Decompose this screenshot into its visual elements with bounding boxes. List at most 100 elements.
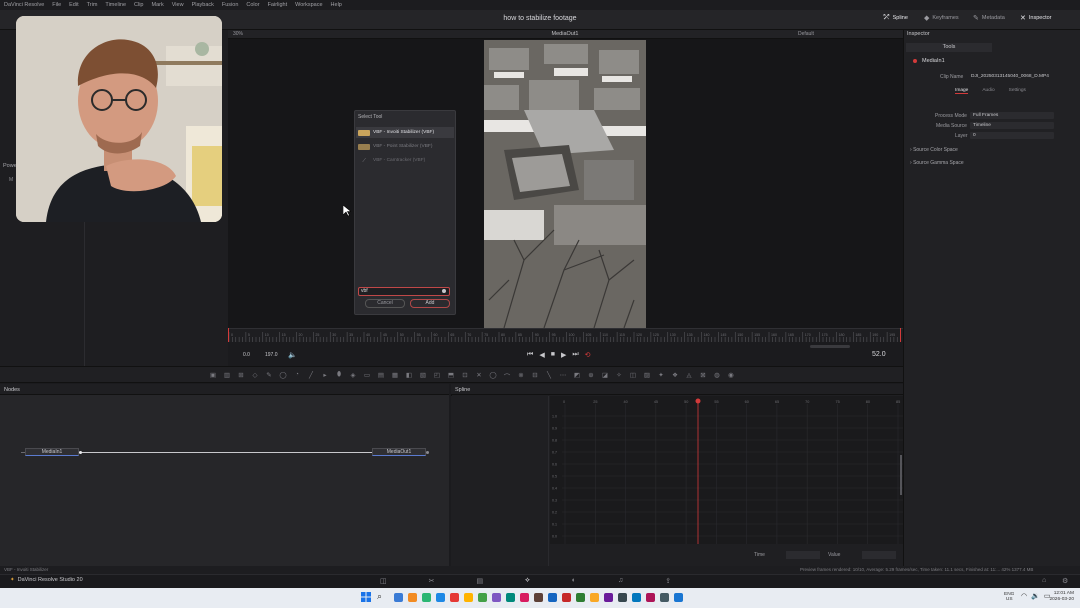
taskbar-app-icon[interactable] [548, 593, 557, 602]
taskbar-app-icon[interactable] [422, 593, 431, 602]
frame-ruler[interactable]: 0 5 10 15 20 25 30 35 40 45 50 55 60 65 70 75 80 85 90 95 10… [228, 328, 903, 343]
media-source-select[interactable]: Timeline [970, 122, 1054, 129]
menu-workspace[interactable]: Workspace [295, 2, 322, 8]
menu-help[interactable]: Help [331, 2, 342, 8]
fusion-tool-icon[interactable]: ❖ [670, 371, 680, 381]
effects-category-label[interactable]: Powe [3, 163, 17, 169]
fusion-tool-icon[interactable]: ▦ [390, 371, 400, 381]
fusion-tool-icon[interactable]: ◇ [250, 371, 260, 381]
spline-time-input[interactable] [786, 551, 820, 559]
fusion-tool-icon[interactable]: ⊕ [586, 371, 596, 381]
taskbar-app-icon[interactable] [394, 593, 403, 602]
timeline-scrollbar[interactable] [810, 345, 850, 348]
node-editor[interactable] [0, 384, 449, 566]
fusion-tool-icon[interactable]: ⌒ [502, 371, 512, 381]
spline-playhead-handle[interactable] [695, 398, 701, 404]
node-output-port[interactable] [426, 451, 429, 454]
spline-scrollbar[interactable] [900, 455, 902, 495]
menu-fairlight[interactable]: Fairlight [268, 2, 288, 8]
process-mode-select[interactable]: Full Frames [970, 112, 1054, 119]
fusion-tool-icon[interactable]: ◯ [488, 371, 498, 381]
stop-icon[interactable]: ■ [551, 351, 555, 359]
metadata-toggle-button[interactable]: ✎ Metadata [973, 14, 1005, 22]
taskbar-app-icon[interactable] [604, 593, 613, 602]
fusion-tool-icon[interactable]: ▸ [320, 371, 330, 381]
taskbar-app-icon[interactable] [646, 593, 655, 602]
taskbar-app-icon[interactable] [590, 593, 599, 602]
step-back-icon[interactable]: ◀ [539, 351, 544, 359]
language-indicator[interactable]: ENG US [1004, 592, 1014, 602]
fusion-tool-icon[interactable]: ◔ [292, 371, 302, 381]
menu-fusion[interactable]: Fusion [222, 2, 239, 8]
fusion-tool-icon[interactable]: ⊞ [236, 371, 246, 381]
tab-image[interactable]: Image [955, 88, 969, 94]
taskbar-app-icon[interactable] [562, 593, 571, 602]
fusion-tool-icon[interactable]: ✎ [264, 371, 274, 381]
clear-search-icon[interactable] [442, 289, 446, 293]
fusion-tool-icon[interactable]: ◍ [712, 371, 722, 381]
fusion-tool-icon[interactable]: ▨ [642, 371, 652, 381]
app-name[interactable]: DaVinci Resolve [4, 2, 44, 8]
taskbar-app-icon[interactable] [520, 593, 529, 602]
zoom-select[interactable]: 30% [233, 31, 243, 37]
node-mediain1[interactable]: MediaIn1 [25, 448, 79, 456]
fusion-tool-icon[interactable]: ⊟ [530, 371, 540, 381]
tool-item-camtracker[interactable]: ⟋ VBF - Camtracker (VBF) [356, 155, 454, 166]
fusion-tool-icon[interactable]: ▧ [418, 371, 428, 381]
fairlight-page-icon[interactable]: ♫ [618, 577, 623, 585]
spline-parameter-list[interactable] [451, 396, 549, 566]
tool-item-point-stabilizer[interactable]: VBF - Point Stabilizer (VBF) [356, 141, 454, 152]
fusion-tool-icon[interactable]: ◧ [404, 371, 414, 381]
fusion-tool-icon[interactable]: ◪ [600, 371, 610, 381]
menu-trim[interactable]: Trim [87, 2, 98, 8]
layer-select[interactable]: 0 [970, 132, 1054, 139]
timecode-end[interactable]: 197.0 [265, 352, 278, 358]
fusion-tool-icon[interactable]: ◰ [432, 371, 442, 381]
tool-search-input[interactable]: vbf [358, 287, 450, 296]
taskbar-app-icon[interactable] [674, 593, 683, 602]
fusion-tool-icon[interactable]: ▥ [222, 371, 232, 381]
volume-icon[interactable]: 🔈 [288, 351, 297, 359]
settings-icon[interactable]: ⚙ [1062, 577, 1068, 585]
taskbar-search-icon[interactable]: ⌕ [377, 591, 382, 602]
fusion-tool-icon[interactable]: ╲ [544, 371, 554, 381]
taskbar-app-icon[interactable] [478, 593, 487, 602]
fusion-tool-icon[interactable]: ⬒ [446, 371, 456, 381]
playhead-end-marker[interactable] [900, 328, 901, 342]
taskbar-app-icon[interactable] [492, 593, 501, 602]
taskbar-app-icon[interactable] [618, 593, 627, 602]
fusion-tool-icon[interactable]: ▭ [362, 371, 372, 381]
fusion-tool-icon[interactable]: ✦ [656, 371, 666, 381]
fusion-tool-icon[interactable]: ◬ [684, 371, 694, 381]
taskbar-app-icon[interactable] [464, 593, 473, 602]
effects-subcategory[interactable]: M [9, 177, 13, 183]
fusion-tool-icon[interactable]: ▣ [208, 371, 218, 381]
spline-value-input[interactable] [862, 551, 896, 559]
node-mediaout1[interactable]: MediaOut1 [372, 448, 426, 456]
fusion-tool-icon[interactable]: ⊗ [516, 371, 526, 381]
fusion-tool-icon[interactable]: ✧ [614, 371, 624, 381]
menu-timeline[interactable]: Timeline [105, 2, 126, 8]
taskbar-app-icon[interactable] [660, 593, 669, 602]
spline-graph[interactable]: 0 25 40 45 50 55 60 65 70 75 80 85 1.0 0.9 0.8 0.7 0.6 0.… [550, 396, 903, 544]
tab-settings[interactable]: Settings [1009, 88, 1026, 94]
taskbar-app-icon[interactable] [632, 593, 641, 602]
timecode-start[interactable]: 0.0 [243, 352, 250, 358]
current-frame-display[interactable]: 52.0 [872, 351, 886, 358]
fusion-page-icon[interactable]: ⟡ [525, 577, 530, 585]
menu-view[interactable]: View [172, 2, 184, 8]
clock[interactable]: 12:01 AM 2026-03-20 [1046, 591, 1074, 603]
fusion-tool-icon[interactable]: ◩ [572, 371, 582, 381]
fusion-tool-icon[interactable]: ◈ [348, 371, 358, 381]
fusion-tool-icon[interactable]: ⊡ [460, 371, 470, 381]
go-to-start-icon[interactable]: ⏮ [527, 351, 533, 359]
go-to-end-icon[interactable]: ⏭ [572, 351, 578, 359]
taskbar-app-icon[interactable] [436, 593, 445, 602]
home-icon[interactable]: ⌂ [1042, 577, 1046, 584]
tab-audio[interactable]: Audio [982, 88, 994, 94]
taskbar-app-icon[interactable] [576, 593, 585, 602]
menu-mark[interactable]: Mark [152, 2, 164, 8]
color-page-icon[interactable]: ◐ [572, 577, 576, 585]
playhead-start-marker[interactable] [228, 328, 229, 342]
fusion-tool-icon[interactable]: ✕ [474, 371, 484, 381]
